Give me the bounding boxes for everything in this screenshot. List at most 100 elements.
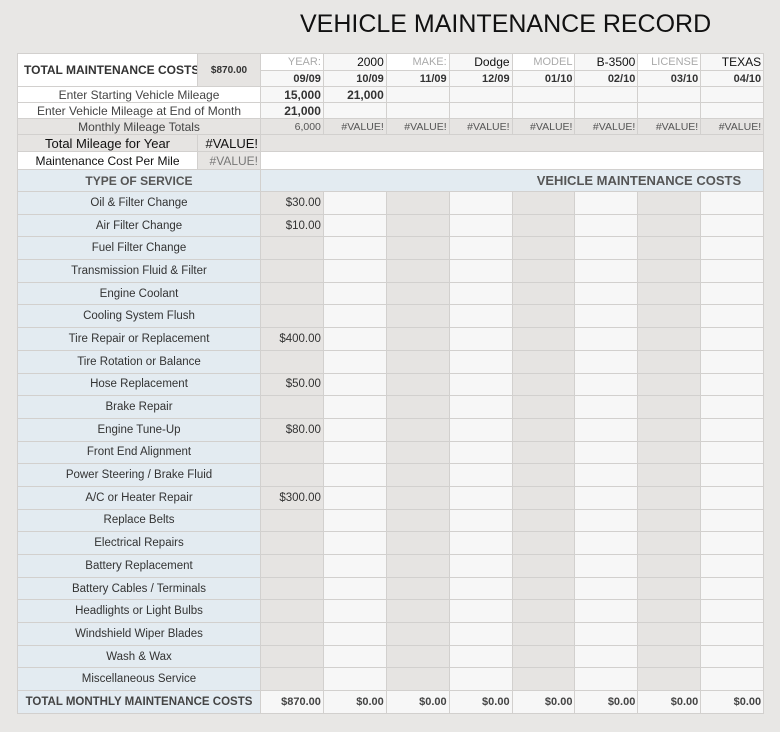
cost-cell[interactable] [637,417,702,442]
cost-cell[interactable] [574,576,639,601]
cost-cell[interactable] [700,531,765,555]
cost-cell[interactable] [637,440,702,465]
cost-cell[interactable] [637,508,702,533]
cost-cell[interactable] [322,349,387,374]
cost-cell[interactable] [448,395,513,419]
cost-cell[interactable] [448,644,513,669]
cost-cell[interactable] [700,622,765,646]
cost-cell[interactable] [700,349,765,374]
cost-cell[interactable] [322,508,387,533]
end-mileage-cell[interactable] [574,102,639,119]
start-mileage-cell[interactable] [511,86,576,103]
cost-cell[interactable] [448,372,513,397]
cost-cell[interactable] [322,599,387,624]
cost-cell[interactable] [574,622,639,646]
cost-cell[interactable] [511,236,576,261]
cost-cell[interactable] [511,349,576,374]
end-mileage-cell[interactable] [637,102,702,119]
cost-cell[interactable] [385,327,450,351]
cost-cell[interactable] [448,531,513,555]
cost-cell[interactable] [385,599,450,624]
cost-cell[interactable] [511,622,576,646]
cost-cell[interactable] [511,191,576,215]
cost-cell[interactable] [637,667,702,692]
cost-cell[interactable] [322,213,387,238]
cost-cell[interactable] [448,485,513,510]
cost-cell[interactable] [385,463,450,487]
cost-cell[interactable] [637,281,702,306]
cost-cell[interactable] [700,213,765,238]
cost-cell[interactable] [637,599,702,624]
cost-cell[interactable] [448,213,513,238]
cost-cell[interactable] [385,372,450,397]
cost-cell[interactable] [260,440,324,465]
cost-cell[interactable] [260,508,324,533]
cost-cell[interactable] [260,576,324,601]
start-mileage-cell[interactable] [385,86,450,103]
cost-cell[interactable] [511,213,576,238]
start-mileage-cell[interactable] [700,86,765,103]
cost-cell[interactable] [511,508,576,533]
cost-cell[interactable]: $300.00 [260,485,324,510]
cost-cell[interactable] [511,463,576,487]
start-mileage-cell[interactable] [448,86,513,103]
cost-cell[interactable] [637,349,702,374]
cost-cell[interactable] [260,622,324,646]
cost-cell[interactable] [385,440,450,465]
cost-cell[interactable] [448,304,513,329]
cost-cell[interactable] [700,576,765,601]
cost-cell[interactable] [574,191,639,215]
cost-cell[interactable]: $30.00 [260,191,324,215]
cost-cell[interactable] [700,259,765,283]
end-mileage-cell[interactable]: 21,000 [260,102,324,119]
cost-cell[interactable] [385,667,450,692]
cost-cell[interactable] [700,191,765,215]
cost-cell[interactable] [700,372,765,397]
cost-cell[interactable] [448,236,513,261]
cost-cell[interactable] [322,485,387,510]
cost-cell[interactable] [637,622,702,646]
start-mileage-cell[interactable]: 15,000 [260,86,324,103]
cost-cell[interactable] [511,417,576,442]
cost-cell[interactable] [448,417,513,442]
cost-cell[interactable] [574,463,639,487]
cost-cell[interactable] [700,304,765,329]
cost-cell[interactable] [700,440,765,465]
cost-cell[interactable] [385,304,450,329]
cost-cell[interactable] [385,417,450,442]
cost-cell[interactable] [637,531,702,555]
cost-cell[interactable] [574,440,639,465]
cost-cell[interactable] [574,236,639,261]
end-mileage-cell[interactable] [385,102,450,119]
cost-cell[interactable] [385,531,450,555]
cost-cell[interactable] [322,622,387,646]
cost-cell[interactable] [700,644,765,669]
cost-cell[interactable] [700,417,765,442]
cost-cell[interactable] [511,485,576,510]
cost-cell[interactable] [322,463,387,487]
cost-cell[interactable] [322,554,387,578]
cost-cell[interactable] [385,213,450,238]
cost-cell[interactable] [574,667,639,692]
cost-cell[interactable] [322,667,387,692]
cost-cell[interactable] [511,395,576,419]
cost-cell[interactable] [260,395,324,419]
cost-cell[interactable] [700,485,765,510]
cost-cell[interactable] [448,463,513,487]
cost-cell[interactable] [385,395,450,419]
cost-cell[interactable] [260,554,324,578]
vehicle-field-value[interactable]: Dodge [448,53,513,71]
cost-cell[interactable] [637,236,702,261]
cost-cell[interactable] [511,304,576,329]
cost-cell[interactable] [637,576,702,601]
cost-cell[interactable] [574,644,639,669]
cost-cell[interactable] [511,281,576,306]
cost-cell[interactable] [511,440,576,465]
start-mileage-cell[interactable] [637,86,702,103]
cost-cell[interactable] [322,304,387,329]
cost-cell[interactable] [260,531,324,555]
vehicle-field-value[interactable]: TEXAS [700,53,765,71]
start-mileage-cell[interactable] [574,86,639,103]
cost-cell[interactable] [385,554,450,578]
cost-cell[interactable] [700,236,765,261]
